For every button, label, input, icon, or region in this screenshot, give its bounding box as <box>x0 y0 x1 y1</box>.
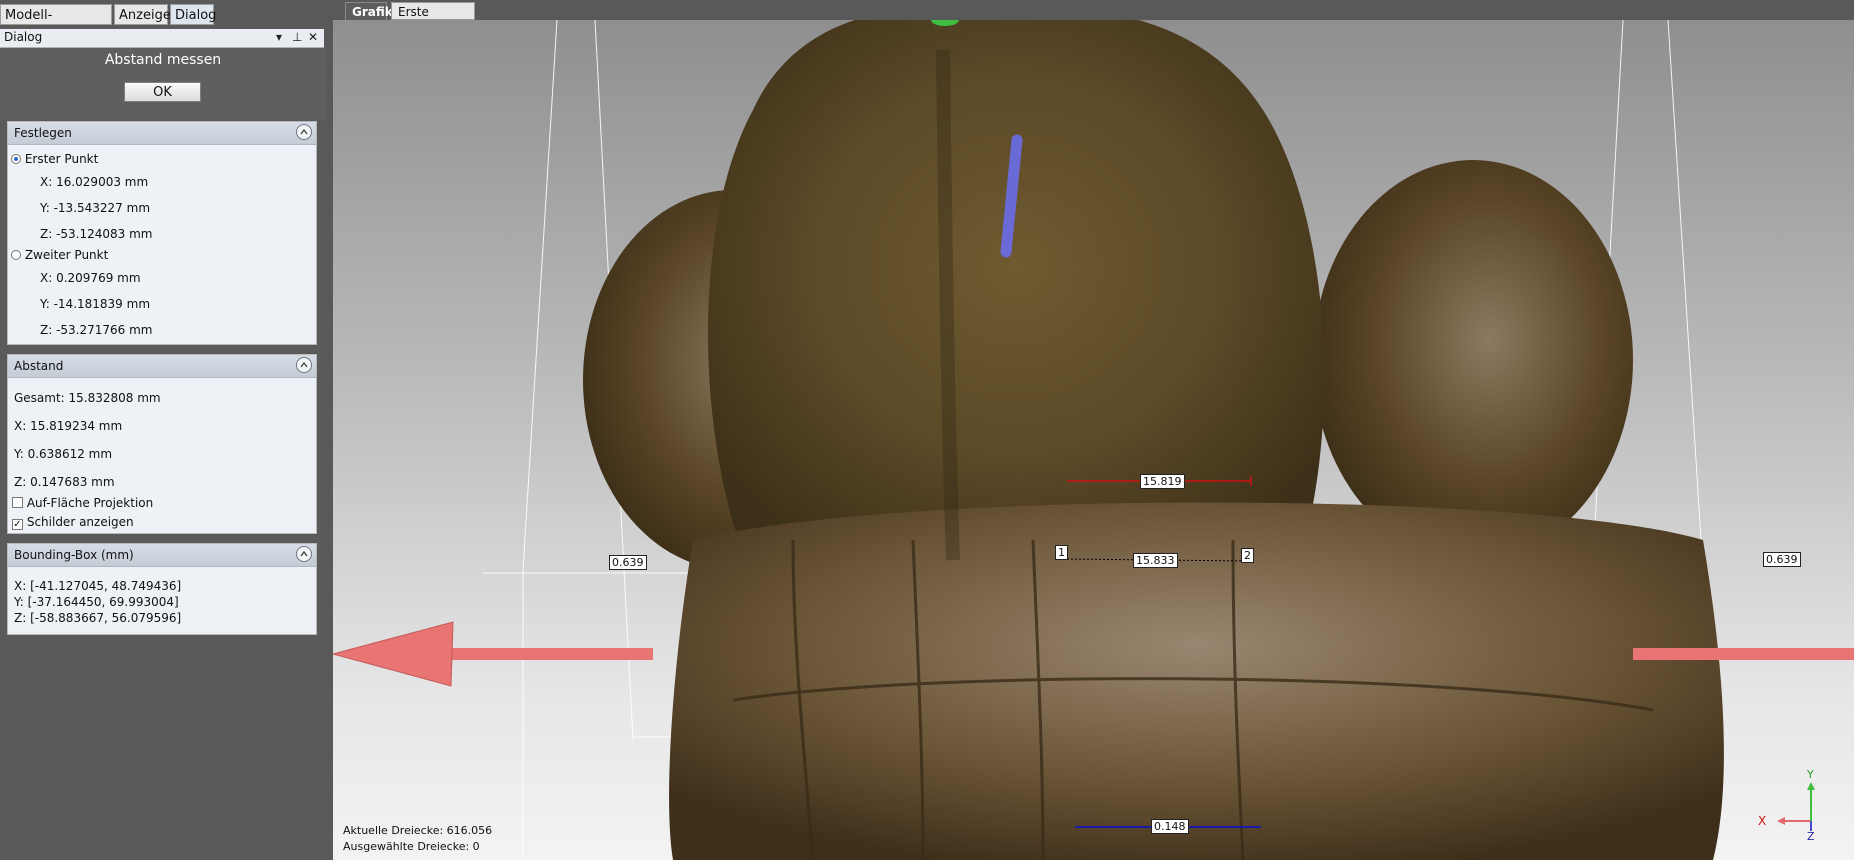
3d-viewport[interactable]: 15.819 15.833 0.148 0.639 0.639 1 2 X Y … <box>333 20 1854 860</box>
second-point-y: Y: -14.181839 mm <box>40 297 151 311</box>
checkbox-box[interactable] <box>12 497 23 508</box>
radio-label: Erster Punkt <box>24 152 99 166</box>
status-triangle-count: Aktuelle Dreiecke: 616.056 <box>343 824 493 837</box>
group-title: Bounding-Box (mm) <box>14 548 134 562</box>
group-title: Abstand <box>14 359 64 373</box>
checkbox-label: Auf-Fläche Projektion <box>26 496 154 510</box>
bbox-z: Z: [-58.883667, 56.079596] <box>14 611 182 625</box>
status-selected-triangles: Ausgewählte Dreiecke: 0 <box>343 840 480 853</box>
y-axis-label: Y <box>1807 768 1814 781</box>
distance-total: Gesamt: 15.832808 mm <box>14 391 161 405</box>
group-header-abstand[interactable]: Abstand <box>8 355 316 378</box>
dialog-title-bar: Dialog ▾ ⊥ ✕ <box>0 29 324 48</box>
x-distance-label: 15.819 <box>1140 474 1185 489</box>
distance-x: X: 15.819234 mm <box>14 419 123 433</box>
checkbox-projection[interactable]: Auf-Fläche Projektion <box>12 496 153 510</box>
pin-icon[interactable]: ⊥ <box>292 30 302 44</box>
checkbox-label: Schilder anzeigen <box>26 515 134 529</box>
tab-anzeige[interactable]: Anzeige <box>114 4 171 25</box>
radio-selected-icon[interactable] <box>11 154 21 164</box>
bbox-y: Y: [-37.164450, 69.993004] <box>14 595 179 609</box>
dropdown-icon[interactable]: ▾ <box>276 30 282 44</box>
collapse-icon[interactable] <box>296 124 312 140</box>
radio-second-point[interactable]: Zweiter Punkt <box>11 248 108 262</box>
point-2-marker[interactable]: 2 <box>1241 548 1254 563</box>
tab-dialog[interactable]: Dialog <box>170 4 216 25</box>
model-render <box>333 20 1854 860</box>
close-icon[interactable]: ✕ <box>308 30 318 44</box>
y-distance-label-right: 0.639 <box>1763 552 1801 567</box>
checkmark-icon[interactable]: ✓ <box>12 519 23 530</box>
first-point-y: Y: -13.543227 mm <box>40 201 151 215</box>
group-title: Festlegen <box>14 126 72 140</box>
x-axis-arrowhead <box>333 621 454 687</box>
first-point-z: Z: -53.124083 mm <box>40 227 153 241</box>
ok-button[interactable]: OK <box>124 82 201 102</box>
z-distance-label: 0.148 <box>1151 819 1189 834</box>
group-header-bounding-box[interactable]: Bounding-Box (mm) <box>8 544 316 567</box>
dialog-header: Abstand messen OK <box>0 48 326 120</box>
group-bounding-box: Bounding-Box (mm) X: [-41.127045, 48.749… <box>7 543 317 635</box>
checkbox-show-labels[interactable]: ✓ Schilder anzeigen <box>12 515 134 530</box>
total-distance-label: 15.833 <box>1133 553 1178 568</box>
radio-label: Zweiter Punkt <box>24 248 109 262</box>
tab-erste-schritte[interactable]: Erste Schritte <box>391 2 475 37</box>
dialog-title: Abstand messen <box>104 52 222 68</box>
group-abstand: Abstand Gesamt: 15.832808 mm X: 15.81923… <box>7 354 317 534</box>
y-distance-label-left: 0.639 <box>609 555 647 570</box>
collapse-icon[interactable] <box>296 546 312 562</box>
distance-y: Y: 0.638612 mm <box>14 447 113 461</box>
distance-z: Z: 0.147683 mm <box>14 475 115 489</box>
tab-modell-verwaltung[interactable]: Modell-Verwaltung <box>0 4 112 44</box>
collapse-icon[interactable] <box>296 357 312 373</box>
x-axis-label: X <box>1758 814 1767 828</box>
tab-grafik[interactable]: Grafik <box>345 2 393 20</box>
group-header-festlegen[interactable]: Festlegen <box>8 122 316 145</box>
dialog-bar-title: Dialog <box>4 30 43 44</box>
first-point-x: X: 16.029003 mm <box>40 175 149 189</box>
bbox-x: X: [-41.127045, 48.749436] <box>14 579 182 593</box>
point-1-marker[interactable]: 1 <box>1055 545 1068 560</box>
second-point-z: Z: -53.271766 mm <box>40 323 153 337</box>
radio-unselected-icon[interactable] <box>11 250 21 260</box>
left-panel: Modell-Verwaltung Anzeige Dialog Dialog … <box>0 0 326 860</box>
group-festlegen: Festlegen Erster Punkt X: 16.029003 mm Y… <box>7 121 317 345</box>
axis-gizmo: X Y Z <box>1751 768 1851 848</box>
main-tab-bar: Grafik Erste Schritte <box>333 0 1854 37</box>
x-axis-shaft <box>423 648 653 660</box>
radio-first-point[interactable]: Erster Punkt <box>11 152 98 166</box>
second-point-x: X: 0.209769 mm <box>40 271 141 285</box>
z-axis-label: Z <box>1807 830 1815 843</box>
